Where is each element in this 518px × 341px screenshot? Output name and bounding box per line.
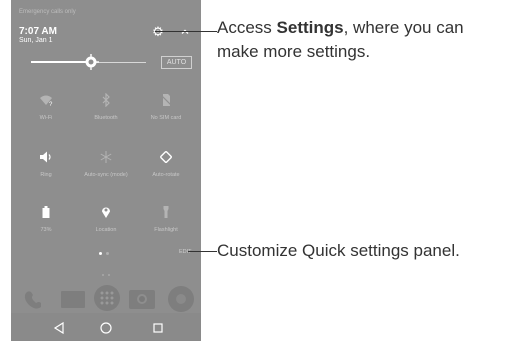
status-text: Emergency calls only <box>19 9 76 15</box>
phone-app-icon <box>24 291 41 309</box>
brightness-slider-fill <box>31 61 91 63</box>
wifi-icon: ? <box>40 95 53 107</box>
settings-callout-line2: make more settings. <box>217 42 371 61</box>
tile-label: Flashlight <box>154 227 178 233</box>
rotate-icon <box>160 151 172 163</box>
sync-icon <box>100 151 112 163</box>
battery-icon <box>42 206 50 218</box>
edit-button[interactable]: EDIT <box>179 249 192 255</box>
tile-auto-rotate[interactable]: Auto-rotate <box>131 150 201 178</box>
messages-app-icon <box>61 291 85 308</box>
tile-label: Auto-rotate <box>152 172 180 178</box>
page-dot-active <box>99 252 102 255</box>
settings-gear-icon[interactable]: ⚙ <box>151 25 165 39</box>
sim-card-icon <box>160 94 172 106</box>
settings-callout-text: Access Settings, where you can <box>217 16 464 40</box>
volume-icon <box>40 151 51 163</box>
collapse-chevron-icon[interactable] <box>180 27 190 37</box>
navigation-bar <box>11 313 201 341</box>
tile-flashlight[interactable]: Flashlight <box>131 205 201 233</box>
location-icon <box>102 207 110 218</box>
brightness-sun-icon[interactable] <box>83 54 99 70</box>
tile-label: No SIM card <box>150 115 182 121</box>
callout-settings-prefix: Access <box>217 18 277 37</box>
edit-callout-line <box>188 251 217 252</box>
page-dot <box>106 252 109 255</box>
home-screen-dock <box>24 285 194 312</box>
drawer-handle-icon <box>102 274 110 276</box>
clock-time: 7:07 AM <box>19 26 57 37</box>
customize-callout-text: Customize Quick settings panel. <box>217 241 460 260</box>
back-icon[interactable] <box>52 321 66 335</box>
recents-icon[interactable] <box>151 321 165 335</box>
tile-sim[interactable]: No SIM card <box>131 93 201 121</box>
svg-text:?: ? <box>49 102 53 107</box>
settings-callout-line <box>155 31 217 32</box>
bluetooth-icon <box>102 93 110 107</box>
auto-brightness-toggle[interactable]: AUTO <box>161 56 192 69</box>
quick-settings-screenshot: Emergency calls only 7:07 AM Sun, Jan 1 … <box>11 0 201 341</box>
clock-date: Sun, Jan 1 <box>19 37 53 44</box>
home-icon[interactable] <box>99 321 113 335</box>
callout-settings-bold: Settings <box>276 18 344 37</box>
callout-settings-suffix: , where you can <box>343 18 464 37</box>
flashlight-icon <box>163 206 169 218</box>
